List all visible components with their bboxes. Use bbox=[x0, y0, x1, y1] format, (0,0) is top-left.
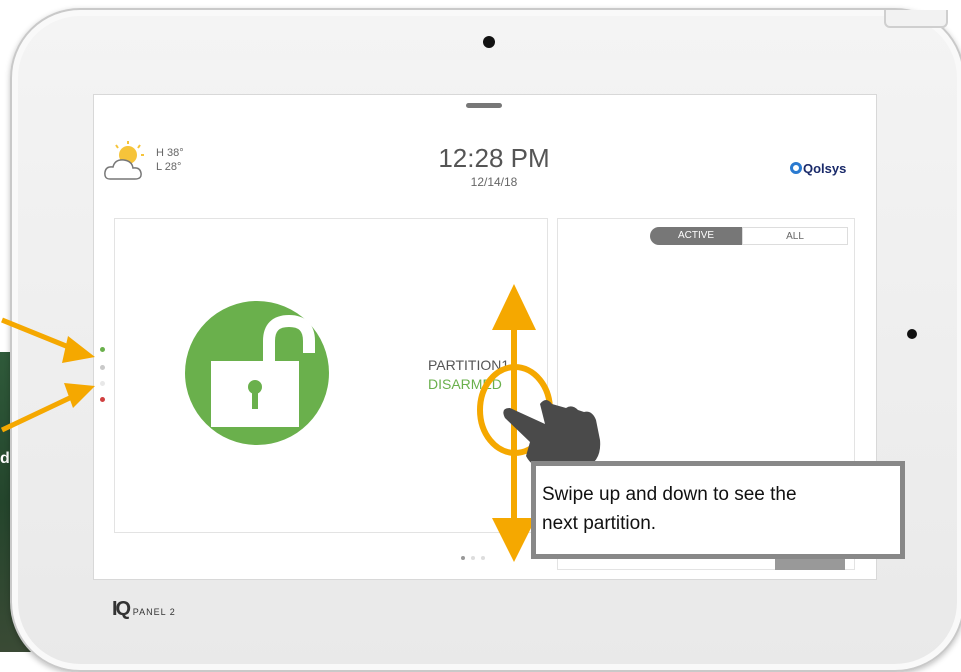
weather-high: H 38° bbox=[156, 147, 184, 159]
logo-q-icon bbox=[790, 162, 802, 174]
page-dot-2[interactable] bbox=[471, 556, 475, 560]
qolsys-logo[interactable]: Qolsys bbox=[790, 161, 846, 176]
page-dot-3[interactable] bbox=[481, 556, 485, 560]
arm-disarm-button[interactable] bbox=[185, 301, 329, 445]
page-dot-1[interactable] bbox=[461, 556, 465, 560]
swipe-tip-callout: Swipe up and down to see the next partit… bbox=[531, 461, 905, 559]
unlocked-padlock-icon bbox=[211, 314, 315, 427]
clock-time: 12:28 PM bbox=[438, 143, 550, 173]
callout-line-2: next partition. bbox=[542, 513, 657, 534]
brand-ig: IQ bbox=[112, 598, 131, 620]
callout-line-1: Swipe up and down to see the bbox=[542, 484, 797, 505]
partition-status: DISARMED bbox=[428, 376, 502, 392]
side-sensor bbox=[907, 329, 917, 339]
side-indicator-red bbox=[100, 397, 105, 402]
clock-date: 12/14/18 bbox=[470, 175, 518, 189]
device-brand: IQ PANEL 2 bbox=[112, 598, 176, 621]
pull-down-handle[interactable] bbox=[466, 103, 502, 108]
logo-text: Qolsys bbox=[803, 161, 847, 176]
side-indicator-gray bbox=[100, 365, 105, 370]
background-caption-fragment: d bbox=[0, 450, 10, 467]
tab-all[interactable]: ALL bbox=[742, 227, 848, 245]
weather-low: L 28° bbox=[156, 161, 182, 173]
front-camera bbox=[483, 36, 495, 48]
sun-cloud-icon[interactable] bbox=[102, 141, 150, 185]
device-top-tab bbox=[884, 10, 948, 28]
tab-active[interactable]: ACTIVE bbox=[650, 227, 742, 245]
partition-name: PARTITION1 bbox=[428, 357, 510, 373]
brand-sub: PANEL 2 bbox=[132, 607, 176, 617]
side-indicator-green bbox=[100, 347, 105, 352]
side-indicator-light bbox=[100, 381, 105, 386]
